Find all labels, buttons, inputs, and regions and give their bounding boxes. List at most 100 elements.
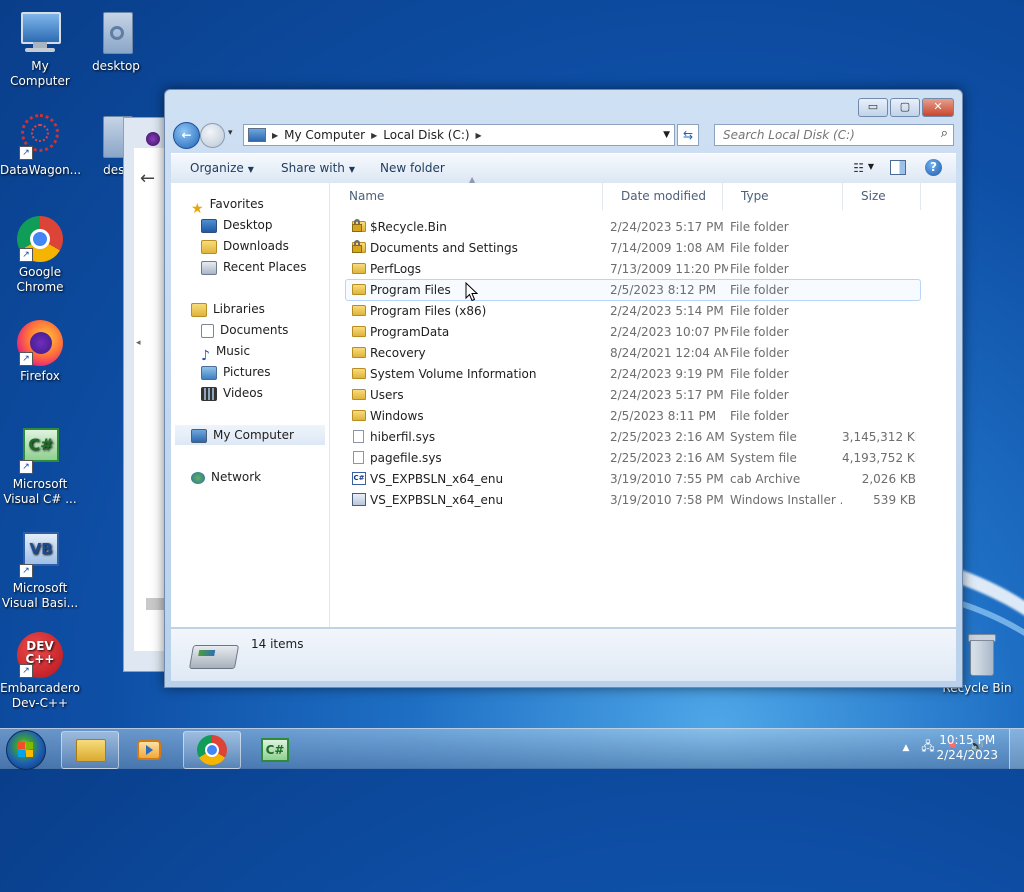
file-row[interactable]: VS_EXPBSLN_x64_enu 3/19/2010 7:58 PM Win… [345, 489, 921, 511]
nav-videos[interactable]: Videos [201, 383, 263, 403]
file-row[interactable]: PerfLogs 7/13/2009 11:20 PM File folder [345, 258, 921, 280]
file-name: pagefile.sys [370, 451, 442, 465]
view-options-dropdown[interactable]: ▼ [868, 162, 874, 171]
nav-favorites[interactable]: ★ Favorites [191, 194, 264, 217]
chrome-icon [197, 735, 227, 765]
chevron-right-icon[interactable]: ▶ [272, 131, 278, 140]
details-pane: 14 items [171, 628, 956, 681]
taskbar-chrome-button[interactable] [183, 731, 241, 769]
organize-label: Organize [190, 161, 244, 175]
desktop-icon-firefox[interactable]: ↗ Firefox [0, 320, 80, 384]
show-hidden-icons-button[interactable]: ▲ [902, 743, 909, 753]
chevron-right-icon[interactable]: ▶ [371, 131, 377, 140]
file-size: 4,193,752 KB [842, 451, 916, 465]
clock[interactable]: 10:15 PM 2/24/2023 [936, 733, 998, 763]
lock-icon [352, 240, 362, 253]
show-desktop-button[interactable] [1009, 729, 1024, 769]
chevron-down-icon: ▼ [247, 165, 254, 174]
forward-button[interactable] [200, 123, 225, 148]
back-button[interactable]: ← [173, 122, 200, 149]
file-row[interactable]: Recovery 8/24/2021 12:04 AM File folder [345, 342, 921, 364]
desktop-icon-visual-csharp[interactable]: C# ↗ Microsoft Visual C# ... [0, 428, 80, 507]
share-with-button[interactable]: Share with ▼ [281, 161, 355, 175]
desktop-icon-label: desktop [92, 59, 140, 73]
column-header-type[interactable]: Type [723, 183, 843, 210]
taskbar-media-player-button[interactable] [122, 731, 180, 769]
desktop-icon-google-chrome[interactable]: ↗ Google Chrome [0, 216, 80, 295]
minimize-button[interactable]: ▭ [858, 98, 888, 117]
search-box[interactable]: ⌕ [714, 124, 954, 146]
desktop-icon-visual-basic[interactable]: VB ↗ Microsoft Visual Basi... [0, 532, 80, 611]
file-type: File folder [730, 304, 789, 318]
file-date: 2/24/2023 9:19 PM [610, 367, 724, 381]
file-name: VS_EXPBSLN_x64_enu [370, 493, 504, 507]
search-icon[interactable]: ⌕ [941, 126, 948, 141]
desktop-icon-dev-cpp[interactable]: DEV C++ ↗ Embarcadero Dev-C++ [0, 632, 80, 711]
item-count: 14 items [251, 637, 304, 651]
column-header-date[interactable]: Date modified [603, 183, 723, 210]
taskbar-visual-csharp-button[interactable]: C# [246, 731, 304, 769]
file-row-hovered[interactable]: Program Files 2/5/2023 8:12 PM File fold… [345, 279, 921, 301]
explorer-body: ★ Favorites Desktop Downloads Recent Plac… [171, 175, 956, 627]
nav-desktop[interactable]: Desktop [201, 215, 273, 235]
change-view-icon[interactable]: ☷ [853, 161, 864, 175]
taskbar: C# ▲ 🖧 ⚑ 🔊 10:15 PM 2/24/2023 [0, 728, 1024, 770]
column-header-name[interactable]: Name [331, 183, 603, 210]
file-date: 7/14/2009 1:08 AM [610, 241, 725, 255]
recent-pages-dropdown[interactable]: ▾ [228, 128, 233, 138]
preview-pane-button[interactable] [890, 160, 906, 175]
file-row[interactable]: C# VS_EXPBSLN_x64_enu 3/19/2010 7:55 PM … [345, 468, 921, 490]
file-row[interactable]: $Recycle.Bin 2/24/2023 5:17 PM File fold… [345, 216, 921, 238]
back-arrow-icon[interactable]: ← [140, 168, 155, 189]
address-bar[interactable]: ▶ My Computer ▶ Local Disk (C:) ▶ ▼ [243, 124, 675, 146]
taskbar-explorer-button[interactable] [61, 731, 119, 769]
nav-downloads[interactable]: Downloads [201, 236, 289, 256]
new-folder-button[interactable]: New folder [380, 161, 445, 175]
search-input[interactable] [721, 127, 925, 143]
network-tray-icon[interactable]: 🖧 [921, 739, 934, 753]
refresh-button[interactable]: ⇆ [677, 124, 699, 146]
close-button[interactable]: ✕ [922, 98, 954, 117]
file-row[interactable]: ProgramData 2/24/2023 10:07 PM File fold… [345, 321, 921, 343]
sort-ascending-icon: ▲ [469, 175, 476, 184]
file-row[interactable]: Documents and Settings 7/14/2009 1:08 AM… [345, 237, 921, 259]
nav-recent-places[interactable]: Recent Places [201, 257, 306, 277]
start-button[interactable] [6, 730, 46, 770]
chevron-down-icon: ▼ [348, 165, 356, 174]
file-row[interactable]: System Volume Information 2/24/2023 9:19… [345, 363, 921, 385]
command-bar: Organize ▼ Share with ▼ New folder ☷ ▼ ? [171, 153, 956, 184]
file-row[interactable]: Users 2/24/2023 5:17 PM File folder [345, 384, 921, 406]
desktop-icon-desktop[interactable]: desktop [76, 10, 156, 74]
organize-button[interactable]: Organize ▼ [190, 161, 254, 175]
breadcrumb-local-disk[interactable]: Local Disk (C:) [383, 128, 469, 142]
libraries-icon [191, 302, 207, 317]
file-name: ProgramData [370, 325, 450, 339]
nav-my-computer[interactable]: My Computer [175, 425, 325, 445]
file-date: 2/24/2023 5:14 PM [610, 304, 724, 318]
help-button[interactable]: ? [925, 159, 942, 176]
file-date: 2/24/2023 5:17 PM [610, 388, 724, 402]
nav-documents[interactable]: Documents [201, 320, 288, 340]
file-row[interactable]: hiberfil.sys 2/25/2023 2:16 AM System fi… [345, 426, 921, 448]
scroll-left-icon[interactable]: ◂ [136, 338, 141, 348]
nav-network[interactable]: Network [191, 467, 261, 487]
nav-music[interactable]: ♪ Music [201, 341, 250, 364]
address-dropdown-icon[interactable]: ▼ [663, 130, 670, 140]
folder-icon [76, 739, 106, 762]
cab-archive-icon: C# [352, 472, 366, 485]
file-row[interactable]: Program Files (x86) 2/24/2023 5:14 PM Fi… [345, 300, 921, 322]
downloads-folder-icon [201, 239, 217, 254]
nav-pictures[interactable]: Pictures [201, 362, 271, 382]
column-header-size[interactable]: Size [843, 183, 921, 210]
desktop-icon-my-computer[interactable]: My Computer [0, 10, 80, 89]
desktop-icon-label: Firefox [20, 369, 60, 383]
file-row[interactable]: Windows 2/5/2023 8:11 PM File folder [345, 405, 921, 427]
chrome-icon: ↗ [17, 216, 63, 262]
chevron-right-icon[interactable]: ▶ [476, 131, 482, 140]
desktop-icon-datawagon[interactable]: ↗ DataWagon... [0, 114, 81, 178]
file-row[interactable]: pagefile.sys 2/25/2023 2:16 AM System fi… [345, 447, 921, 469]
breadcrumb-my-computer[interactable]: My Computer [284, 128, 365, 142]
file-type: File folder [730, 283, 789, 297]
maximize-button[interactable]: ▢ [890, 98, 920, 117]
nav-libraries[interactable]: Libraries [191, 299, 265, 319]
